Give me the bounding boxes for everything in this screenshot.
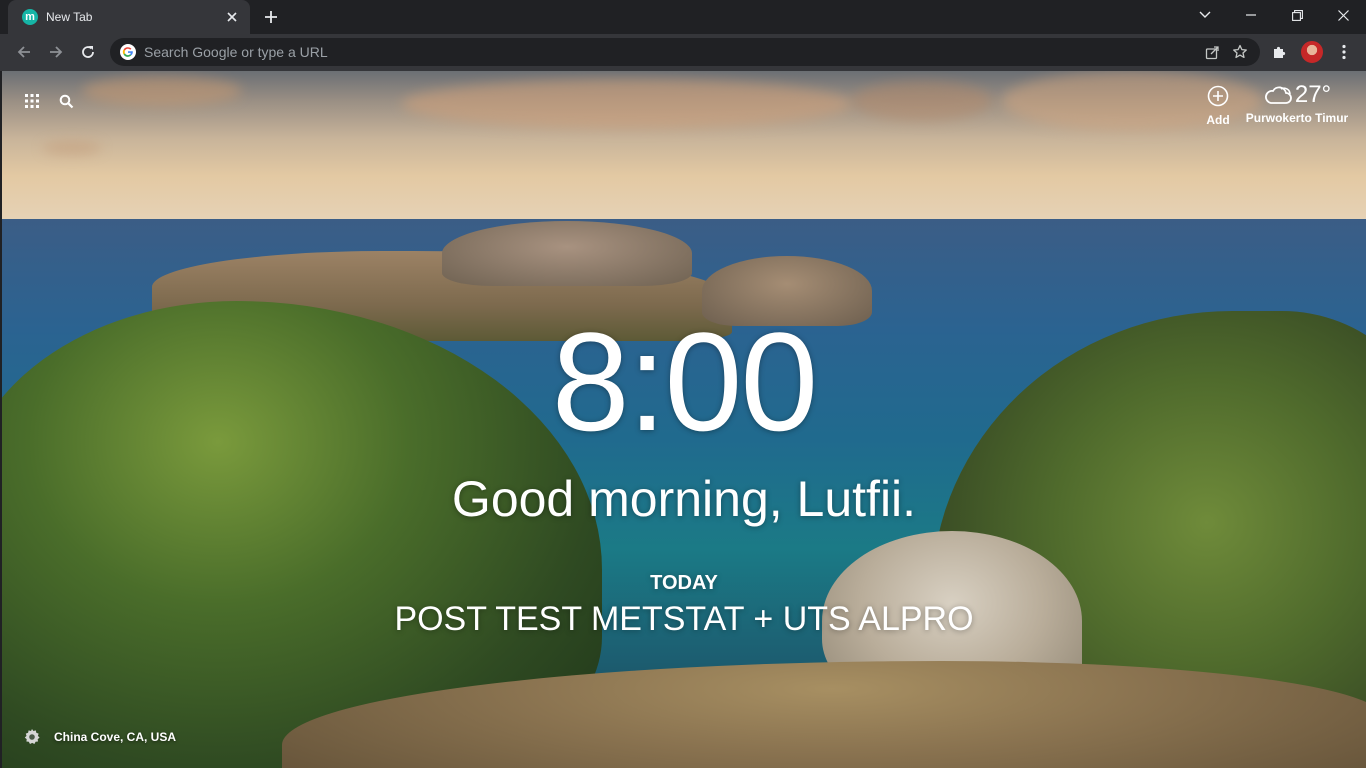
omnibox-input[interactable] [144,44,1198,60]
search-icon[interactable] [56,91,76,111]
forward-button[interactable] [42,38,70,66]
new-tab-button[interactable] [260,6,282,28]
tab-search-icon[interactable] [1182,0,1228,30]
extensions-icon[interactable] [1265,38,1293,66]
greeting: Good morning, Lutfii. [451,471,917,527]
weather-widget[interactable]: 27° Purwokerto Timur [1242,81,1352,125]
cloud-icon [1264,86,1292,104]
add-label: Add [1206,113,1230,127]
today-label: TODAY [650,572,718,594]
tab-strip: m New Tab [0,0,1366,34]
google-icon [120,44,136,60]
minimize-button[interactable] [1228,0,1274,30]
newtab-page: Add 27° Purwokerto Timur 8:00 Good morni… [2,71,1366,768]
apps-grid-icon[interactable] [22,91,42,111]
weather-location: Purwokerto Timur [1245,111,1349,125]
tab-favicon: m [22,9,38,25]
add-widget-button[interactable]: Add [1198,85,1238,127]
reload-button[interactable] [74,38,102,66]
tab-new-tab[interactable]: m New Tab [8,0,250,34]
browser-toolbar [0,34,1366,71]
menu-kebab-icon[interactable] [1330,38,1358,66]
bookmark-star-icon[interactable] [1226,38,1254,66]
bottom-left-widgets: China Cove, CA, USA [22,727,176,747]
top-left-widgets [22,91,76,111]
clock: 8:00 [551,303,818,460]
close-window-button[interactable] [1320,0,1366,30]
photo-location[interactable]: China Cove, CA, USA [54,730,176,744]
add-circle-icon [1207,85,1229,107]
profile-avatar[interactable] [1301,41,1323,63]
daily-focus[interactable]: POST TEST METSTAT + UTS ALPRO [2,598,1366,640]
tab-title: New Tab [46,10,93,24]
tab-close-icon[interactable] [224,9,240,25]
back-button[interactable] [10,38,38,66]
address-bar[interactable] [110,38,1260,66]
restore-button[interactable] [1274,0,1320,30]
temperature: 27° [1294,81,1332,108]
share-icon[interactable] [1198,38,1226,66]
settings-gear-icon[interactable] [22,727,42,747]
